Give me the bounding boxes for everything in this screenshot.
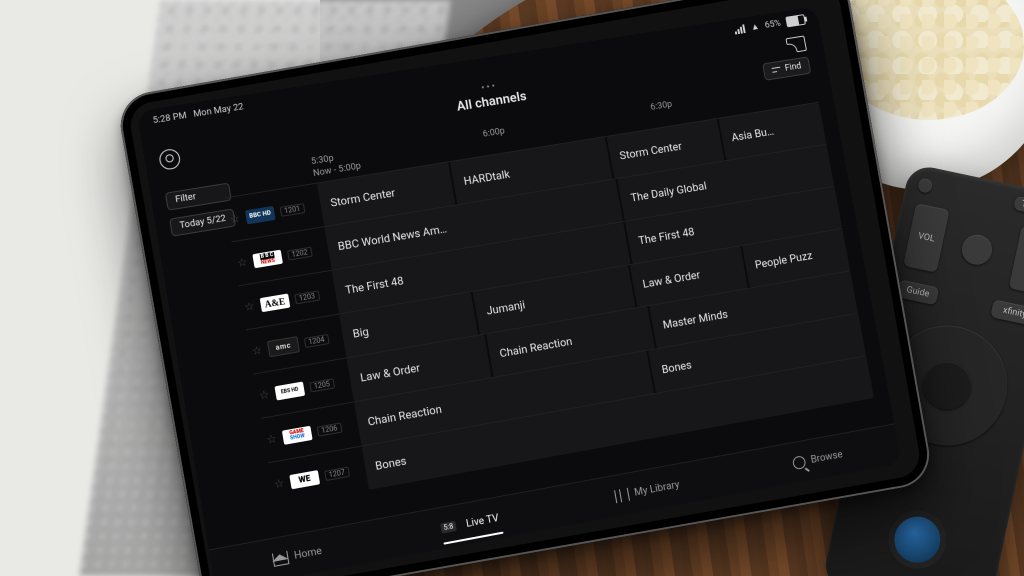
channel-number: 1204 bbox=[304, 333, 330, 347]
favorite-star-icon[interactable]: ☆ bbox=[243, 299, 255, 314]
library-icon bbox=[614, 487, 630, 502]
channel-number: 1205 bbox=[309, 378, 335, 392]
status-time: 5:28 PM bbox=[152, 111, 187, 126]
dpad-center bbox=[959, 232, 995, 268]
find-button[interactable]: Find bbox=[762, 56, 811, 80]
power-button bbox=[917, 177, 934, 194]
channel-number: 1203 bbox=[294, 290, 320, 304]
favorite-star-icon[interactable]: ☆ bbox=[258, 388, 270, 403]
lifestyle-scene: TV Input VOL Guide xfinity 5:28 PM Mon M… bbox=[0, 0, 1024, 576]
favorite-star-icon[interactable]: ☆ bbox=[251, 343, 263, 358]
tv-input-button: TV Input bbox=[1013, 196, 1024, 220]
channel-number: 1202 bbox=[287, 246, 313, 260]
nav-label: My Library bbox=[633, 479, 680, 498]
profile-icon[interactable] bbox=[158, 148, 182, 171]
voice-mic-button bbox=[890, 512, 945, 567]
home-icon bbox=[272, 550, 290, 566]
find-label: Find bbox=[784, 61, 802, 73]
battery-percent: 65% bbox=[764, 18, 781, 30]
favorite-star-icon[interactable]: ☆ bbox=[273, 476, 285, 491]
channel-number: 1201 bbox=[279, 203, 305, 217]
search-icon bbox=[792, 455, 807, 470]
nav-label: Browse bbox=[810, 449, 844, 466]
nav-live-tv[interactable]: 5:8 Live TV bbox=[425, 504, 515, 543]
brand-button: xfinity bbox=[990, 299, 1024, 326]
channel-number: 1207 bbox=[324, 466, 350, 480]
channel-number: 1206 bbox=[316, 422, 342, 436]
cast-icon[interactable] bbox=[785, 35, 807, 53]
cell-signal-icon bbox=[734, 24, 746, 34]
wifi-icon: ▲ bbox=[750, 21, 760, 33]
nav-browse[interactable]: Browse bbox=[777, 439, 858, 478]
live-badge: 5:8 bbox=[440, 521, 457, 534]
tablet-device: 5:28 PM Mon May 22 ▲ 65% Find ••• bbox=[115, 0, 934, 576]
volume-rocker: VOL bbox=[903, 203, 950, 273]
favorite-star-icon[interactable]: ☆ bbox=[229, 212, 241, 227]
status-date: Mon May 22 bbox=[193, 102, 245, 120]
filter-lines-icon bbox=[771, 66, 781, 75]
favorite-star-icon[interactable]: ☆ bbox=[236, 255, 248, 270]
top-right-controls: Find bbox=[758, 35, 811, 80]
nav-home[interactable]: Home bbox=[256, 535, 338, 575]
nav-label: Home bbox=[293, 545, 322, 561]
battery-icon bbox=[785, 14, 806, 27]
nav-label: Live TV bbox=[465, 512, 499, 529]
status-right: ▲ 65% bbox=[734, 14, 806, 35]
favorite-star-icon[interactable]: ☆ bbox=[266, 432, 278, 447]
channel-rocker bbox=[1009, 226, 1024, 296]
